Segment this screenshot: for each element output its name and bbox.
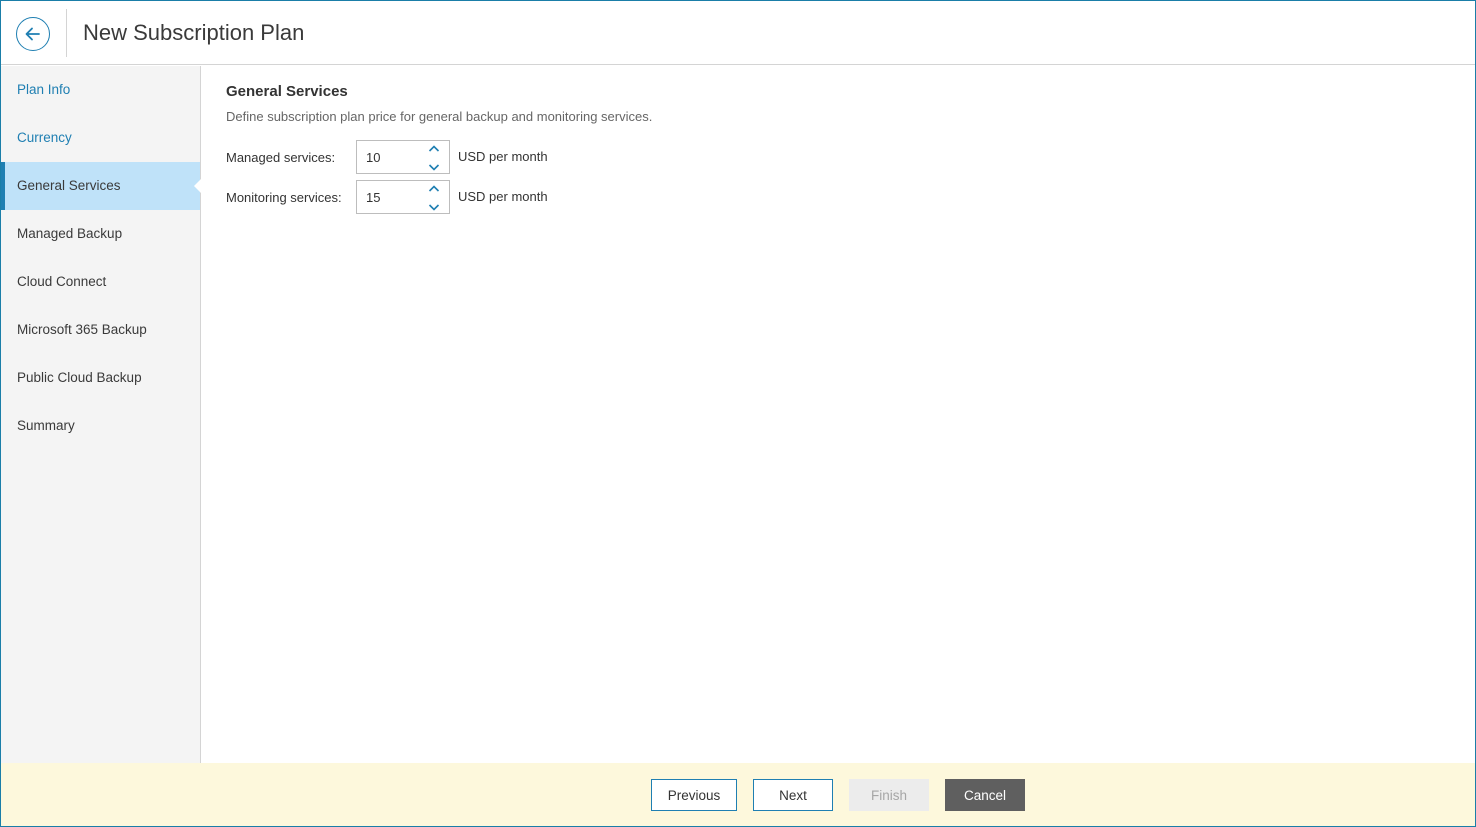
- managed-services-unit: USD per month: [458, 149, 548, 164]
- wizard-window: New Subscription Plan Plan Info Currency…: [0, 0, 1476, 827]
- sidebar-item-cloud-connect: Cloud Connect: [17, 274, 107, 289]
- wizard-header: New Subscription Plan: [1, 1, 1475, 65]
- sidebar-item-general-services[interactable]: General Services: [1, 162, 201, 210]
- managed-services-arrows: [427, 144, 441, 172]
- chevron-up-icon[interactable]: [428, 144, 440, 153]
- monitoring-services-label: Monitoring services:: [226, 189, 342, 205]
- arrow-left-icon: [25, 27, 40, 41]
- managed-services-value[interactable]: 10: [366, 150, 380, 165]
- wizard-steps-sidebar: Plan Info Currency General Services Mana…: [1, 66, 201, 763]
- sidebar-item-summary: Summary: [17, 418, 75, 433]
- sidebar-item-managed-backup: Managed Backup: [17, 226, 123, 241]
- chevron-up-icon[interactable]: [428, 184, 440, 193]
- cancel-button[interactable]: Cancel: [945, 779, 1025, 811]
- finish-button: Finish: [849, 779, 929, 811]
- previous-button[interactable]: Previous: [651, 779, 737, 811]
- monitoring-services-stepper[interactable]: 15: [356, 180, 450, 214]
- sidebar-item-microsoft-365-backup: Microsoft 365 Backup: [17, 322, 147, 337]
- back-button[interactable]: [16, 17, 50, 51]
- wizard-footer: Previous Next Finish Cancel: [1, 763, 1475, 826]
- monitoring-services-row: Monitoring services: 15 USD per month: [226, 180, 626, 214]
- managed-services-row: Managed services: 10 USD per month: [226, 140, 626, 174]
- next-button[interactable]: Next: [753, 779, 833, 811]
- chevron-down-icon[interactable]: [428, 163, 440, 172]
- section-description: Define subscription plan price for gener…: [226, 109, 653, 124]
- page-title: New Subscription Plan: [83, 20, 305, 45]
- sidebar-item-public-cloud-backup: Public Cloud Backup: [17, 370, 142, 385]
- sidebar-item-currency[interactable]: Currency: [1, 114, 200, 162]
- chevron-down-icon[interactable]: [428, 203, 440, 212]
- header-divider: [66, 9, 67, 57]
- section-title: General Services: [226, 83, 348, 100]
- managed-services-label: Managed services:: [226, 149, 336, 165]
- main-content: General Services Define subscription pla…: [202, 66, 1475, 763]
- monitoring-services-value[interactable]: 15: [366, 190, 380, 205]
- monitoring-services-arrows: [427, 184, 441, 212]
- monitoring-services-unit: USD per month: [458, 189, 548, 204]
- managed-services-stepper[interactable]: 10: [356, 140, 450, 174]
- sidebar-item-plan-info[interactable]: Plan Info: [1, 66, 200, 114]
